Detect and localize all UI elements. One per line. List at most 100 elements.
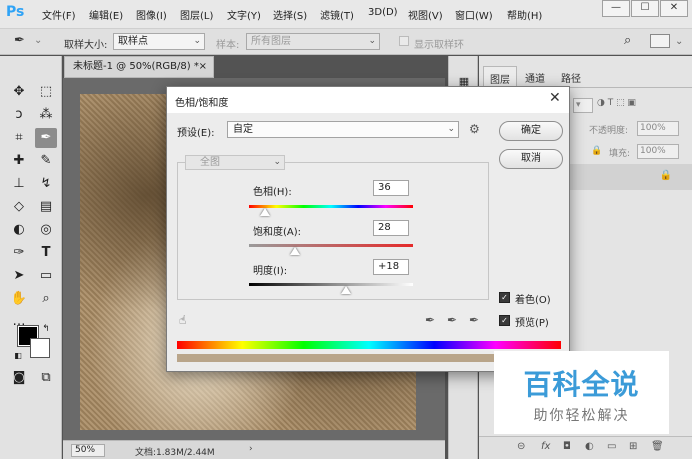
menu-filter[interactable]: 滤镜(T) — [320, 7, 354, 22]
input-color-bar — [177, 341, 561, 349]
saturation-slider[interactable] — [249, 244, 413, 247]
background-layer-row[interactable]: 🔒 — [569, 164, 692, 190]
add-to-sample-eyedropper-icon[interactable]: ✒ — [447, 313, 457, 327]
tab-layers[interactable]: 图层 — [483, 66, 517, 88]
cancel-button[interactable]: 取消 — [499, 149, 563, 169]
ok-button[interactable]: 确定 — [499, 121, 563, 141]
menu-view[interactable]: 视图(V) — [408, 7, 443, 22]
new-layer-icon[interactable]: ⊞ — [629, 441, 637, 452]
zoom-tool-icon[interactable]: ⌕ — [35, 289, 57, 309]
watermark-subtitle: 助你轻松解决 — [533, 408, 630, 424]
default-colors-icon[interactable]: ◧ — [12, 346, 24, 366]
delete-layer-icon[interactable]: 🗑 — [651, 441, 664, 452]
hue-label: 色相(H): — [253, 187, 292, 198]
document-info: 文档:1.83M/2.44M — [135, 448, 215, 458]
quick-mask-icon[interactable]: ◙ — [8, 368, 30, 388]
close-window-button[interactable]: ✕ — [660, 0, 688, 17]
sample-size-label: 取样大小: — [64, 40, 108, 51]
preview-checkbox[interactable]: ✓ — [499, 315, 510, 326]
workspace-icon[interactable] — [650, 34, 670, 48]
workspace-caret-icon[interactable]: ⌄ — [675, 36, 683, 47]
magic-wand-tool-icon[interactable]: ⁂ — [35, 105, 57, 125]
healing-brush-tool-icon[interactable]: ✚ — [8, 151, 30, 171]
crop-tool-icon[interactable]: ⌗ — [8, 128, 30, 148]
fx-icon[interactable]: fx — [541, 441, 550, 452]
hue-input[interactable]: 36 — [373, 180, 409, 196]
swap-colors-icon[interactable]: ↰ — [40, 319, 52, 339]
status-menu-arrow-icon[interactable]: › — [249, 444, 253, 454]
eraser-tool-icon[interactable]: ◇ — [8, 197, 30, 217]
menu-layer[interactable]: 图层(L) — [180, 7, 213, 22]
close-icon[interactable]: ✕ — [549, 90, 561, 106]
close-icon[interactable]: × — [199, 57, 207, 77]
saturation-label: 饱和度(A): — [253, 227, 302, 238]
marquee-tool-icon[interactable]: ⬚ — [35, 82, 57, 102]
saturation-input[interactable]: 28 — [373, 220, 409, 236]
move-tool-icon[interactable]: ✥ — [8, 82, 30, 102]
lightness-input[interactable]: +18 — [373, 259, 409, 275]
colorize-checkbox[interactable]: ✓ — [499, 292, 510, 303]
sample-layers-select[interactable]: 所有图层 ⌄ — [246, 33, 380, 50]
path-selection-tool-icon[interactable]: ➤ — [8, 266, 30, 286]
fill-field[interactable]: 100% — [637, 144, 679, 159]
eyedropper-tool-icon[interactable]: ✒ — [35, 128, 57, 148]
rectangle-tool-icon[interactable]: ▭ — [35, 266, 57, 286]
blur-tool-icon[interactable]: ◐ — [8, 220, 30, 240]
eyedropper-icon[interactable]: ✒ — [425, 313, 435, 327]
menu-select[interactable]: 选择(S) — [273, 7, 307, 22]
brush-tool-icon[interactable]: ✎ — [35, 151, 57, 171]
lock-icon[interactable]: 🔒 — [591, 146, 602, 156]
preset-select[interactable]: 自定 ⌄ — [227, 121, 459, 138]
tab-paths[interactable]: 路径 — [561, 70, 581, 85]
dodge-tool-icon[interactable]: ◎ — [35, 220, 57, 240]
lasso-tool-icon[interactable]: ↄ — [8, 105, 30, 125]
menu-type[interactable]: 文字(Y) — [227, 7, 261, 22]
link-layers-icon[interactable]: ⊝ — [517, 441, 525, 452]
dialog-titlebar[interactable]: 色相/饱和度 ✕ — [167, 87, 569, 113]
sample-layers-value: 所有图层 — [251, 36, 291, 47]
zoom-field[interactable]: 50% — [71, 444, 105, 457]
sample-size-select[interactable]: 取样点 ⌄ — [113, 33, 205, 50]
hand-tool-icon[interactable]: ✋ — [8, 289, 30, 309]
subtract-from-sample-eyedropper-icon[interactable]: ✒ — [469, 313, 479, 327]
saturation-slider-thumb[interactable] — [289, 247, 300, 255]
preset-options-gear-icon[interactable]: ⚙ — [469, 122, 480, 136]
filter-icons[interactable]: ◑ T ⬚ ▣ — [597, 98, 636, 108]
pen-tool-icon[interactable]: ✑ — [8, 243, 30, 263]
lightness-slider[interactable] — [249, 283, 413, 286]
menu-edit[interactable]: 编辑(E) — [89, 7, 123, 22]
menu-help[interactable]: 帮助(H) — [507, 7, 542, 22]
opacity-field[interactable]: 100% — [637, 121, 679, 136]
targeted-adjustment-hand-icon[interactable]: ☝ — [179, 313, 186, 327]
watermark-title: 百科全说 — [523, 368, 640, 401]
gradient-tool-icon[interactable]: ▤ — [35, 197, 57, 217]
clone-stamp-tool-icon[interactable]: ⊥ — [8, 174, 30, 194]
minimize-button[interactable]: — — [602, 0, 630, 17]
screen-mode-icon[interactable]: ⧉ — [35, 368, 57, 388]
tab-channels[interactable]: 通道 — [525, 70, 545, 85]
menu-file[interactable]: 文件(F) — [42, 7, 76, 22]
hue-slider[interactable] — [249, 205, 413, 208]
tool-preset-caret-icon[interactable]: ⌄ — [34, 35, 42, 46]
document-tab[interactable]: 未标题-1 @ 50%(RGB/8) * × — [64, 56, 214, 78]
group-icon[interactable]: ▭ — [607, 441, 616, 452]
history-brush-tool-icon[interactable]: ↯ — [35, 174, 57, 194]
menu-3d[interactable]: 3D(D) — [368, 7, 398, 18]
adjustment-layer-icon[interactable]: ◐ — [585, 441, 594, 452]
background-color-swatch[interactable] — [30, 338, 50, 358]
channel-select[interactable]: 全图 ⌄ — [185, 155, 285, 170]
show-ring-checkbox[interactable] — [399, 36, 409, 46]
add-mask-icon[interactable]: ◘ — [563, 441, 571, 452]
lightness-slider-thumb[interactable] — [340, 286, 351, 294]
search-icon[interactable]: ⌕ — [624, 33, 631, 48]
menu-window[interactable]: 窗口(W) — [455, 7, 493, 22]
lightness-label: 明度(I): — [253, 266, 288, 277]
menu-image[interactable]: 图像(I) — [136, 7, 167, 22]
hue-slider-thumb[interactable] — [260, 208, 271, 216]
type-tool-icon[interactable]: T — [35, 243, 57, 263]
channel-value: 全图 — [200, 157, 220, 168]
eyedropper-tool-icon[interactable]: ✒ — [14, 33, 25, 48]
maximize-button[interactable]: ☐ — [631, 0, 659, 17]
panel-tabs: 图层 通道 路径 — [479, 66, 692, 88]
layer-kind-filter[interactable]: ▾ — [573, 98, 593, 113]
